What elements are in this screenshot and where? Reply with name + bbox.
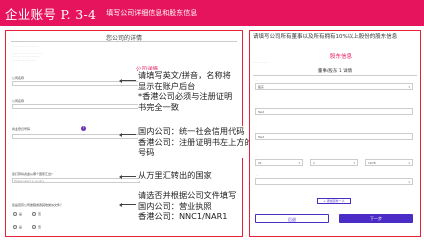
role-select[interactable]: 股东 ▾	[255, 83, 413, 90]
radio-yes-2-label: 是	[19, 225, 23, 229]
note-arrow-4	[119, 202, 136, 207]
add-person-link[interactable]: + 添加另外一人	[317, 198, 351, 204]
chevron-down-icon: ▾	[408, 161, 410, 165]
form-help-text: ························· ··········· ···…	[12, 52, 43, 62]
first-name-label: ··	[255, 104, 257, 107]
nationality-select[interactable]: ▾	[255, 178, 413, 185]
articles-question-label: 您是否有公司章程或者其他类似文件？	[12, 203, 64, 207]
dob-year-value: 1976	[368, 161, 376, 165]
note-articles: 请选否并根据公司文件填写 国内公司：营业执照 香港公司：NNC1/NAR1	[138, 190, 237, 222]
dob-day-select[interactable]: 21 ▾	[255, 159, 303, 166]
dob-year-select[interactable]: 1976 ▾	[365, 159, 413, 166]
role-label: ····	[255, 79, 259, 82]
form-intro-text: ············· ··· ········· ···	[12, 45, 38, 48]
radio-no-2[interactable]	[32, 225, 36, 229]
country-select[interactable]: Please select a country	[12, 178, 140, 183]
page-header: 企业账号 P. 3-4 填写公司详细信息和股东信息	[0, 0, 424, 26]
last-name-input[interactable]: Test	[255, 133, 413, 140]
radio-no-label: 否	[38, 212, 42, 216]
country-placeholder: Please select a country	[14, 179, 45, 183]
chevron-down-icon: ▾	[408, 180, 410, 184]
note-arrow-1	[119, 78, 136, 83]
radio-yes[interactable]	[13, 212, 17, 216]
radio-yes-2[interactable]	[13, 225, 17, 229]
note-arrow-3	[119, 174, 136, 179]
last-name-label: ··	[255, 129, 257, 132]
shareholder-intro: ······· ····· ·····	[253, 61, 269, 64]
note-registration-number: 国内公司：统一社会信用代码 香港公司：注册证明书左上方的 号码	[138, 126, 253, 158]
radio-no-2-label: 否	[38, 225, 42, 229]
shareholder-panel: 请填写公司所有董事以及所有拥有10%以上股份的股东信息 股东信息 ·······…	[249, 30, 421, 237]
divider	[253, 75, 417, 76]
shareholder-title: 请填写公司所有董事以及所有拥有10%以上股份的股东信息	[253, 34, 398, 40]
next-button[interactable]: 下一步	[339, 214, 413, 223]
first-name-value: Test	[258, 110, 264, 114]
company-name-label: 公司名称	[12, 76, 25, 80]
nationality-label: ····	[255, 174, 259, 177]
company-name2-label: 公司名称	[12, 99, 25, 103]
shareholder-subtitle: 董事/股东 1 详情	[317, 69, 353, 74]
role-value: 股东	[258, 85, 265, 89]
divider	[11, 41, 237, 42]
dob-month-select[interactable]: 1 ▾	[310, 159, 358, 166]
page-title: 企业账号 P. 3-4	[5, 6, 97, 22]
chevron-down-icon: ▾	[353, 161, 355, 165]
radio-yes-label: 是	[19, 212, 23, 216]
note-arrow-2	[119, 132, 136, 137]
dob-day-value: 21	[258, 161, 262, 165]
country-label: 您打算将资金从哪个国家汇出?	[12, 172, 53, 176]
company-name2-input[interactable]	[12, 104, 140, 109]
back-button[interactable]: 后退	[255, 214, 329, 223]
registration-number-label: 商业登记号码	[12, 127, 31, 131]
radio-no[interactable]	[32, 212, 36, 216]
shareholder-annotation: 股东信息	[330, 54, 353, 60]
chevron-down-icon: ▾	[408, 85, 410, 89]
note-country: 从万里汇转出的国家	[138, 170, 212, 181]
last-name-value: Test	[258, 135, 264, 139]
dob-month-value: 1	[313, 161, 315, 165]
help-icon[interactable]: ?	[81, 126, 86, 131]
page-subtitle: 填写公司详细信息和股东信息	[106, 9, 198, 17]
chevron-down-icon: ▾	[298, 161, 300, 165]
note-company-name: 请填写英文/拼音，名称将 显示在账户后台 *香港公司必须与注册证明 书完全一致	[138, 70, 233, 112]
dob-label: ····	[255, 155, 259, 158]
first-name-input[interactable]: Test	[255, 108, 413, 115]
